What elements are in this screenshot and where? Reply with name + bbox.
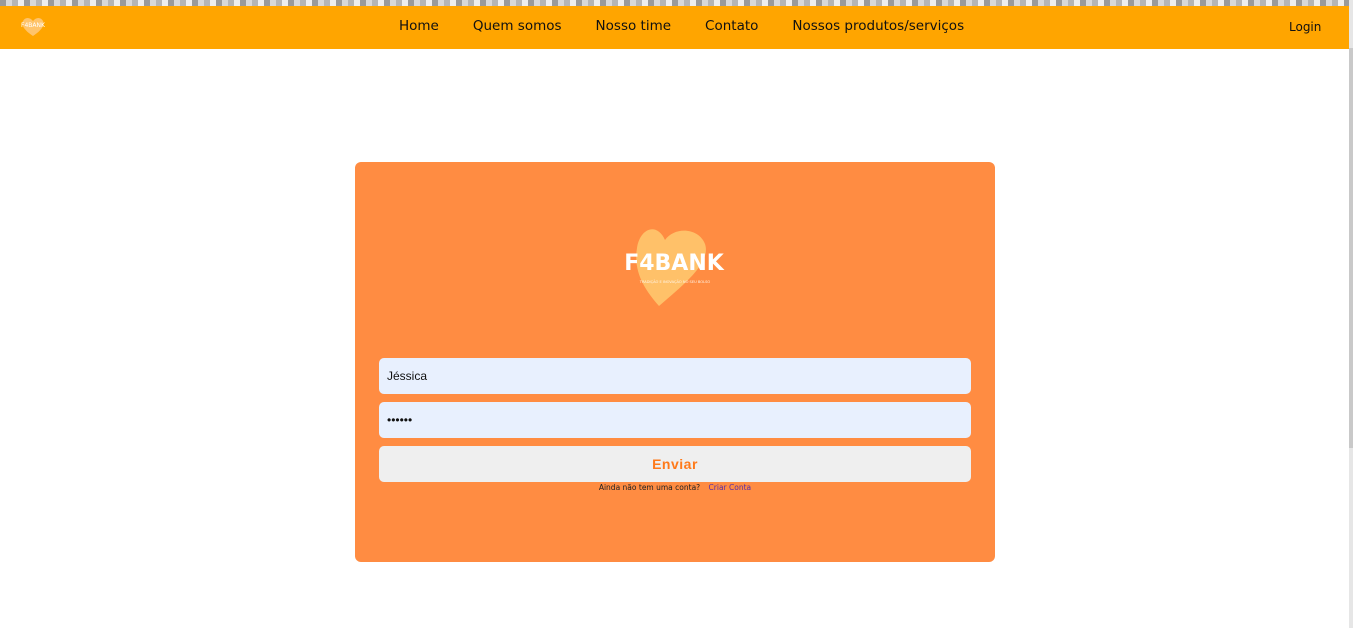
nav-link-contato[interactable]: Contato: [705, 18, 758, 34]
create-account-link[interactable]: Criar Conta: [709, 483, 752, 492]
signup-prompt: Ainda não tem uma conta?: [598, 483, 701, 492]
nav-link-home[interactable]: Home: [399, 18, 439, 34]
scrollbar-thumb[interactable]: [1349, 48, 1353, 448]
login-card: F4BANK TRADIÇÃO E INOVAÇÃO NO SEU BOLSO …: [355, 162, 995, 562]
login-link[interactable]: Login: [1289, 20, 1321, 34]
navbar: F4BANK Home Quem somos Nosso time Contat…: [0, 6, 1349, 49]
nav-link-produtos-servicos[interactable]: Nossos produtos/serviços: [792, 18, 964, 34]
f4bank-heart-logo: F4BANK TRADIÇÃO E INOVAÇÃO NO SEU BOLSO: [624, 229, 725, 306]
password-field[interactable]: [379, 402, 971, 438]
signup-row: Ainda não tem uma conta? Criar Conta: [355, 483, 995, 492]
submit-button[interactable]: Enviar: [379, 446, 971, 482]
nav-links: Home Quem somos Nosso time Contato Nosso…: [399, 18, 998, 34]
card-logo-tagline: TRADIÇÃO E INOVAÇÃO NO SEU BOLSO: [639, 279, 711, 284]
nav-logo-text: F4BANK: [21, 22, 46, 29]
username-field[interactable]: [379, 358, 971, 394]
card-logo-text: F4BANK: [624, 251, 725, 276]
nav-link-quem-somos[interactable]: Quem somos: [473, 18, 562, 34]
f4bank-logo-icon[interactable]: F4BANK: [18, 14, 48, 38]
nav-link-nosso-time[interactable]: Nosso time: [596, 18, 671, 34]
